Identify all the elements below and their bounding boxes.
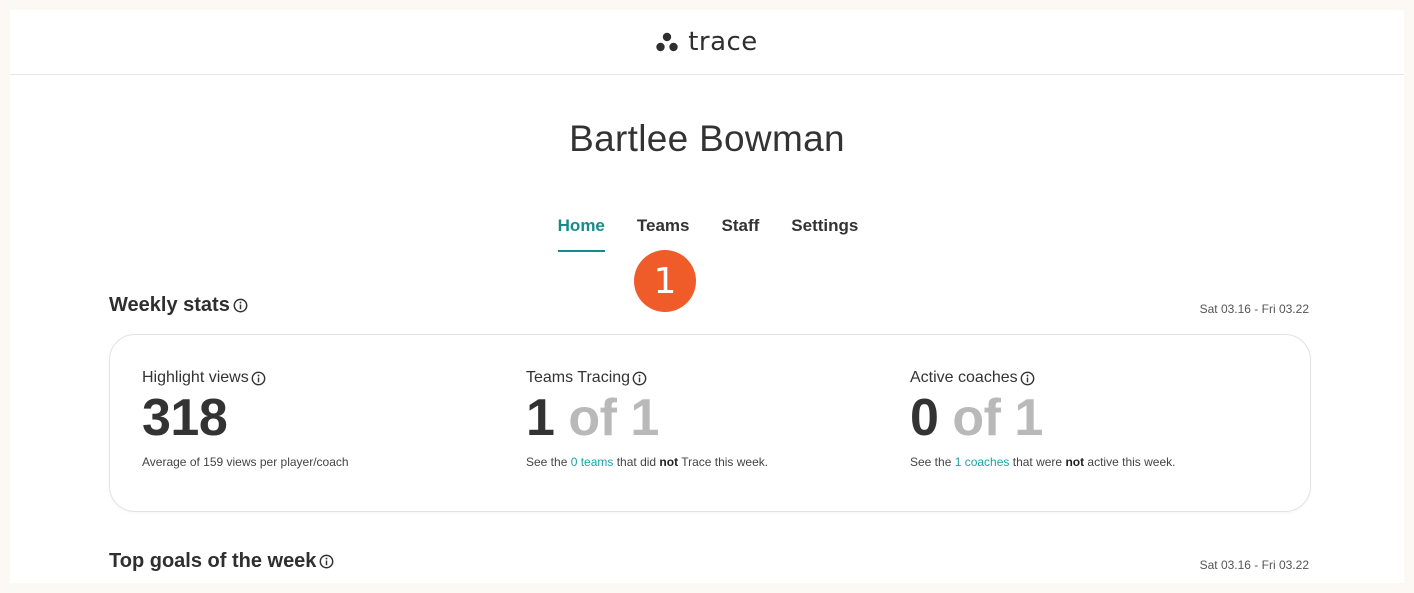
info-icon[interactable] — [233, 298, 248, 313]
stat-label: Teams Tracing — [526, 369, 768, 387]
stat-active-coaches: Active coaches 0 of 1 See the 1 coaches … — [910, 369, 1175, 469]
tab-staff[interactable]: Staff — [722, 216, 760, 252]
top-goals-title: Top goals of the week — [109, 550, 334, 573]
inactive-coaches-link[interactable]: 1 coaches — [955, 455, 1010, 469]
caption-prefix: See the — [526, 455, 571, 469]
stat-teams-tracing: Teams Tracing 1 of 1 See the 0 teams tha… — [526, 369, 768, 469]
teams-tracing-count: 1 — [526, 389, 555, 447]
highlight-views-value: 318 — [142, 389, 228, 447]
info-icon[interactable] — [632, 371, 647, 386]
weekly-stats-date-range: Sat 03.16 - Fri 03.22 — [1199, 302, 1309, 316]
active-coaches-total: of 1 — [938, 389, 1043, 447]
logo[interactable]: trace — [656, 27, 758, 57]
top-goals-title-text: Top goals of the week — [109, 550, 317, 572]
tab-teams[interactable]: Teams — [637, 216, 690, 252]
nav-tabs: Home Teams Staff Settings — [10, 216, 1404, 252]
teams-tracing-total: of 1 — [554, 389, 659, 447]
active-coaches-label: Active coaches — [910, 369, 1018, 386]
caption-mid: that were — [1009, 455, 1066, 469]
caption-suffix: active this week. — [1084, 455, 1176, 469]
logo-text: trace — [688, 27, 758, 57]
top-goals-date-range: Sat 03.16 - Fri 03.22 — [1199, 558, 1309, 572]
active-coaches-count: 0 — [910, 389, 939, 447]
top-bar: trace — [10, 10, 1404, 75]
weekly-stats-card: Highlight views 318 Average of 159 views… — [109, 334, 1311, 512]
caption-prefix: See the — [910, 455, 955, 469]
app-frame: trace Bartlee Bowman Home Teams Staff Se… — [10, 10, 1404, 583]
caption-bold: not — [659, 455, 679, 469]
highlight-views-label: Highlight views — [142, 369, 249, 386]
caption-bold: not — [1065, 455, 1085, 469]
tab-home[interactable]: Home — [557, 216, 605, 252]
stat-label: Highlight views — [142, 369, 349, 387]
stat-highlight-views: Highlight views 318 Average of 159 views… — [142, 369, 349, 469]
page-title: Bartlee Bowman — [569, 118, 845, 159]
teams-not-tracing-link[interactable]: 0 teams — [571, 455, 614, 469]
active-coaches-value: 0 of 1 — [910, 389, 1175, 447]
weekly-stats-title-text: Weekly stats — [109, 294, 230, 316]
active-coaches-caption: See the 1 coaches that were not active t… — [910, 455, 1175, 469]
teams-tracing-caption: See the 0 teams that did not Trace this … — [526, 455, 768, 469]
highlight-views-caption: Average of 159 views per player/coach — [142, 455, 349, 469]
tab-settings[interactable]: Settings — [791, 216, 858, 252]
info-icon[interactable] — [319, 554, 334, 569]
caption-suffix: Trace this week. — [678, 455, 769, 469]
three-dots-logo-icon — [656, 32, 678, 52]
step-badge: 1 — [634, 250, 696, 312]
stat-label: Active coaches — [910, 369, 1175, 387]
teams-tracing-value: 1 of 1 — [526, 389, 768, 447]
weekly-stats-title: Weekly stats — [109, 294, 248, 317]
teams-tracing-label: Teams Tracing — [526, 369, 631, 386]
caption-mid: that did — [613, 455, 660, 469]
info-icon[interactable] — [1020, 371, 1035, 386]
info-icon[interactable] — [251, 371, 266, 386]
